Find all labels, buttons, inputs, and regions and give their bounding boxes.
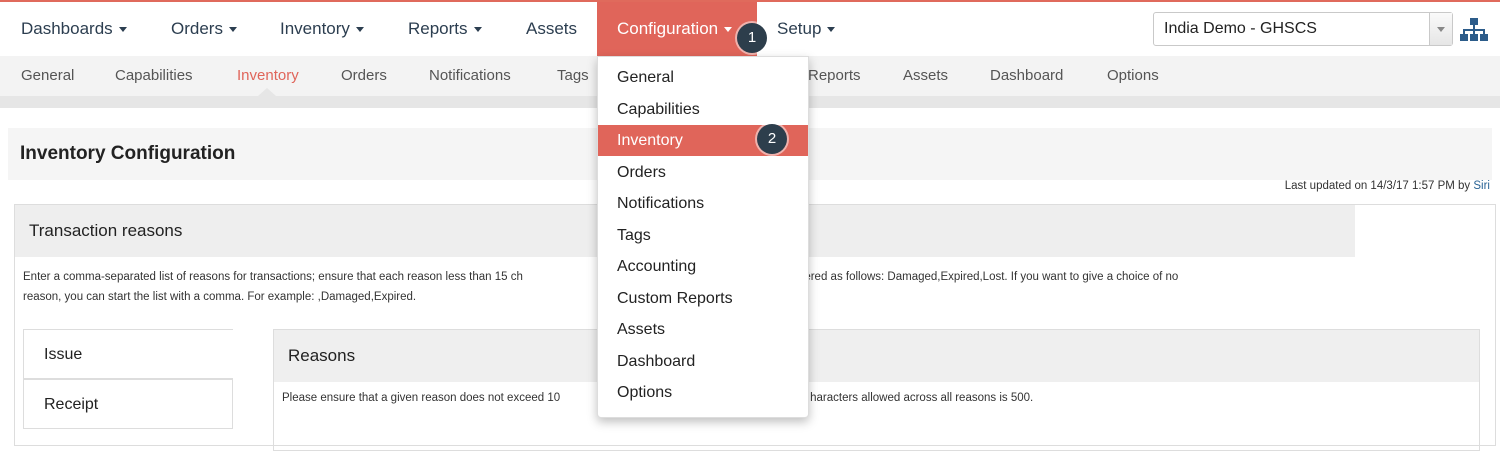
reasons-note-part-b: haracters allowed across all reasons is … (810, 392, 1034, 404)
chevron-down-icon[interactable] (1429, 13, 1452, 45)
nav-configuration-label: Configuration (617, 19, 719, 38)
subnav-general[interactable]: General (21, 56, 74, 96)
caret-down-icon (118, 27, 127, 33)
menu-item-tags[interactable]: Tags (598, 220, 808, 251)
nav-inventory-label: Inventory (280, 19, 350, 38)
caret-down-icon (724, 27, 733, 33)
subnav-reports[interactable]: Reports (808, 56, 861, 96)
description-part-a: Enter a comma-separated list of reasons … (23, 271, 523, 283)
caret-down-icon (228, 27, 237, 33)
subnav-capabilities[interactable]: Capabilities (115, 56, 193, 96)
nav-setup-label: Setup (777, 19, 822, 38)
panel-title: Transaction reasons (29, 221, 183, 240)
subnav-assets[interactable]: Assets (903, 56, 948, 96)
subnav-orders[interactable]: Orders (341, 56, 387, 96)
subnav-notifications[interactable]: Notifications (429, 56, 511, 96)
caret-down-icon (473, 27, 482, 33)
last-updated-user-link[interactable]: Siri (1473, 180, 1490, 192)
subnav-tags[interactable]: Tags (557, 56, 589, 96)
subnav-dashboard[interactable]: Dashboard (990, 56, 1063, 96)
menu-item-notifications[interactable]: Notifications (598, 188, 808, 219)
step-badge-2: 2 (757, 124, 787, 154)
menu-item-accounting[interactable]: Accounting (598, 251, 808, 282)
nav-inventory[interactable]: Inventory (280, 2, 364, 56)
caret-down-icon (827, 27, 836, 33)
menu-item-capabilities[interactable]: Capabilities (598, 94, 808, 125)
reasons-header: Reasons (274, 330, 1479, 382)
nav-orders-label: Orders (171, 19, 223, 38)
page-title: Inventory Configuration (20, 143, 236, 164)
menu-item-assets[interactable]: Assets (598, 314, 808, 345)
description-line-2: reason, you can start the list with a co… (23, 291, 417, 303)
nav-dashboards-label: Dashboards (21, 19, 113, 38)
last-updated-text: Last updated on 14/3/17 1:57 PM by (1284, 180, 1474, 192)
nav-assets-label: Assets (526, 19, 578, 38)
nav-orders[interactable]: Orders (171, 2, 237, 56)
active-subnav-pointer (258, 88, 276, 96)
reasons-note-part-a: Please ensure that a given reason does n… (282, 392, 561, 404)
nav-reports-label: Reports (408, 19, 468, 38)
domain-select[interactable]: India Demo - GHSCS (1153, 12, 1453, 46)
step-badge-1: 1 (737, 23, 767, 53)
last-updated: Last updated on 14/3/17 1:57 PM by Siri (1285, 180, 1490, 192)
nav-reports[interactable]: Reports (408, 2, 482, 56)
menu-item-dashboard[interactable]: Dashboard (598, 346, 808, 377)
configuration-dropdown-menu: General Capabilities Inventory Orders No… (597, 56, 809, 418)
nav-configuration[interactable]: Configuration (597, 2, 757, 56)
caret-down-icon (355, 27, 364, 33)
nav-assets[interactable]: Assets (526, 2, 577, 56)
menu-item-custom-reports[interactable]: Custom Reports (598, 283, 808, 314)
menu-item-general[interactable]: General (598, 62, 808, 93)
nav-setup[interactable]: Setup (777, 2, 836, 56)
subnav-options[interactable]: Options (1107, 56, 1159, 96)
menu-item-options[interactable]: Options (598, 377, 808, 408)
nav-dashboards[interactable]: Dashboards (21, 2, 127, 56)
menu-item-orders[interactable]: Orders (598, 157, 808, 188)
hierarchy-icon[interactable] (1460, 16, 1488, 44)
tab-issue[interactable]: Issue (23, 329, 233, 379)
reasons-title: Reasons (288, 346, 356, 365)
tab-receipt[interactable]: Receipt (23, 379, 233, 429)
domain-select-value: India Demo - GHSCS (1164, 20, 1317, 37)
